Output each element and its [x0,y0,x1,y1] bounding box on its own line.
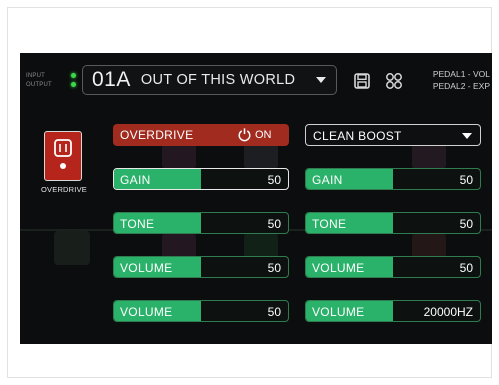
power-icon [238,128,251,142]
param-value: 50 [267,305,281,319]
pedal2-assignment: PEDAL2 - EXP [432,81,490,91]
preset-number: 01A [92,68,131,91]
module-name: OVERDRIVE [120,128,194,142]
module-state: ON [255,129,272,141]
param-label: VOLUME [312,305,365,319]
param-value: 50 [267,173,281,187]
grid-icon[interactable] [385,72,403,90]
param-value: 50 [459,173,473,187]
overdrive-effect-tile[interactable] [44,131,82,181]
param-label: VOLUME [120,261,173,275]
chevron-down-icon [316,77,326,83]
param-gain-right[interactable]: GAIN 50 [305,168,481,190]
chevron-down-icon [462,133,472,139]
param-label: VOLUME [312,261,365,275]
overdrive-pedal-icon [54,139,72,169]
input-led [71,73,76,78]
param-value: 50 [267,261,281,275]
input-label: INPUT [26,72,45,79]
io-indicators: INPUT OUTPUT [26,71,76,89]
output-indicator: OUTPUT [26,80,76,89]
param-volume-right[interactable]: VOLUME 50 [305,256,481,278]
module-name: CLEAN BOOST [313,129,402,143]
boost-effect-select[interactable]: CLEAN BOOST [305,124,481,146]
output-label: OUTPUT [26,81,52,88]
param-volume-right-2[interactable]: VOLUME 20000HZ [305,300,481,322]
preset-selector[interactable]: 01A OUT OF THIS WORLD [82,65,337,95]
param-tone-right[interactable]: TONE 50 [305,212,481,234]
param-label: TONE [120,217,155,231]
effect-tile-label: OVERDRIVE [41,185,87,194]
param-label: GAIN [312,173,343,187]
param-value: 50 [459,261,473,275]
device-screen: INPUT OUTPUT 01A OUT OF THIS WORLD PEDAL… [20,53,492,344]
param-label: VOLUME [120,305,173,319]
pedal-assignments: PEDAL1 - VOL PEDAL2 - EXP [424,68,490,92]
param-label: TONE [312,217,347,231]
save-icon[interactable] [353,72,371,90]
param-value: 50 [459,217,473,231]
param-gain-left[interactable]: GAIN 50 [113,168,289,190]
param-label: GAIN [120,173,151,187]
param-tone-left[interactable]: TONE 50 [113,212,289,234]
param-volume-left[interactable]: VOLUME 50 [113,256,289,278]
param-value: 20000HZ [423,305,473,319]
ghost-slot [54,231,90,265]
pedal1-assignment: PEDAL1 - VOL [432,69,490,79]
param-value: 50 [267,217,281,231]
overdrive-toggle[interactable]: OVERDRIVE ON [113,124,289,146]
param-volume-left-2[interactable]: VOLUME 50 [113,300,289,322]
output-led [71,82,76,87]
preset-name: OUT OF THIS WORLD [140,72,296,88]
input-indicator: INPUT [26,71,76,80]
